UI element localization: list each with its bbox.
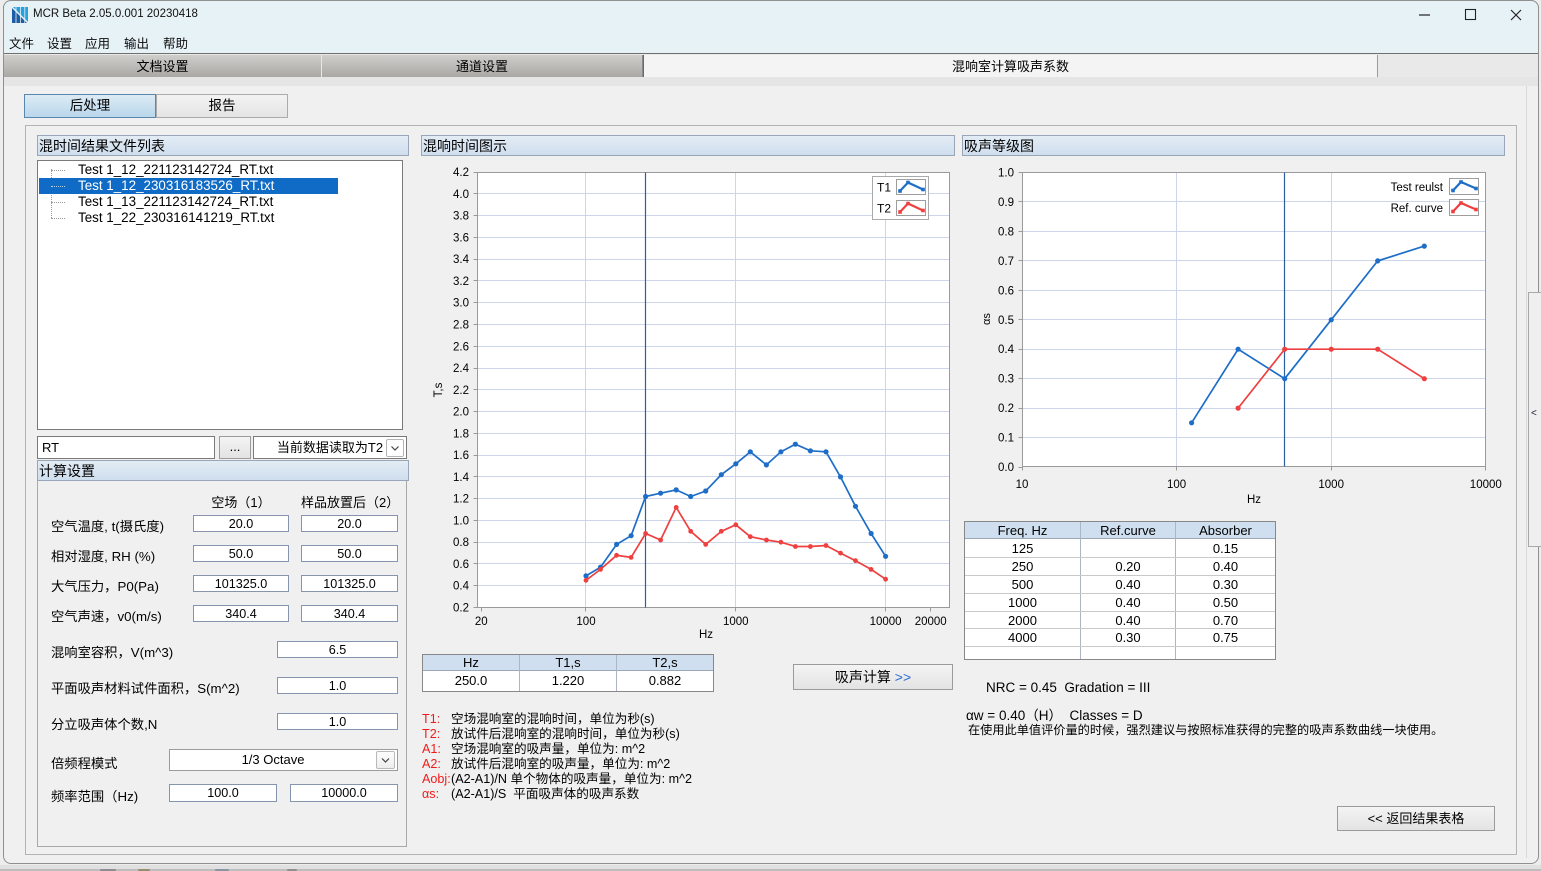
svg-text:0.2: 0.2: [453, 603, 469, 615]
svg-text:2.8: 2.8: [453, 320, 469, 332]
svg-text:0.1: 0.1: [998, 433, 1014, 445]
svg-text:αs: αs: [981, 313, 993, 325]
svg-text:Hz: Hz: [1247, 494, 1261, 506]
svg-text:1.0: 1.0: [998, 168, 1014, 180]
svg-text:10000: 10000: [870, 616, 902, 628]
svg-text:3.0: 3.0: [453, 298, 469, 310]
svg-text:0.4: 0.4: [998, 344, 1015, 356]
svg-text:3.8: 3.8: [453, 211, 469, 223]
svg-text:1.8: 1.8: [453, 428, 469, 440]
svg-text:0.9: 0.9: [998, 197, 1014, 209]
svg-text:4.0: 4.0: [453, 189, 469, 201]
svg-text:Ref. curve: Ref. curve: [1391, 203, 1443, 215]
svg-text:T2: T2: [877, 202, 891, 216]
svg-text:1.6: 1.6: [453, 450, 469, 462]
svg-text:3.6: 3.6: [453, 232, 469, 244]
svg-text:1.2: 1.2: [453, 494, 469, 506]
svg-text:0.8: 0.8: [998, 226, 1014, 238]
svg-text:0.7: 0.7: [998, 256, 1014, 268]
svg-text:100: 100: [576, 616, 595, 628]
svg-text:20000: 20000: [915, 616, 947, 628]
svg-text:2.0: 2.0: [453, 407, 469, 419]
svg-text:2.6: 2.6: [453, 341, 469, 353]
svg-text:0.3: 0.3: [998, 374, 1014, 386]
svg-text:0.0: 0.0: [998, 462, 1014, 474]
svg-text:T,s: T,s: [433, 382, 445, 397]
svg-text:0.5: 0.5: [998, 315, 1014, 327]
svg-text:0.8: 0.8: [453, 537, 469, 549]
svg-text:1000: 1000: [723, 616, 749, 628]
svg-text:20: 20: [475, 616, 488, 628]
svg-text:2.4: 2.4: [453, 363, 470, 375]
svg-text:1000: 1000: [1318, 479, 1344, 491]
svg-text:3.2: 3.2: [453, 276, 469, 288]
svg-text:10: 10: [1016, 479, 1029, 491]
svg-text:Hz: Hz: [699, 629, 713, 641]
svg-text:0.6: 0.6: [998, 285, 1014, 297]
svg-text:0.4: 0.4: [453, 581, 470, 593]
svg-text:3.4: 3.4: [453, 254, 470, 266]
svg-text:4.2: 4.2: [453, 167, 469, 179]
svg-text:0.6: 0.6: [453, 559, 469, 571]
svg-text:0.2: 0.2: [998, 403, 1014, 415]
svg-text:1.0: 1.0: [453, 515, 469, 527]
svg-text:1.4: 1.4: [453, 472, 470, 484]
svg-text:Test reulst: Test reulst: [1391, 182, 1444, 194]
svg-text:10000: 10000: [1470, 479, 1502, 491]
svg-text:2.2: 2.2: [453, 385, 469, 397]
svg-text:T1: T1: [877, 181, 891, 195]
svg-text:100: 100: [1167, 479, 1186, 491]
